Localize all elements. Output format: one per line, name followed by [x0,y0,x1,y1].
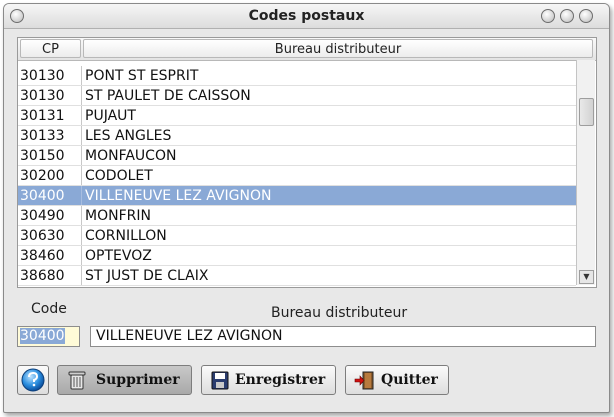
window-title: Codes postaux [248,8,365,24]
column-divider [81,66,82,86]
cell-cp: 30130 [20,68,65,84]
table-row[interactable]: 30130 ST PAULET DE CAISSON [18,86,576,106]
table-row[interactable]: 30130 PONT ST ESPRIT [18,66,576,86]
table-row[interactable]: 30200 CODOLET [18,166,576,186]
title-bar[interactable]: Codes postaux [4,4,609,29]
delete-button-label: Supprimer [96,372,180,388]
cell-cp: 30150 [20,148,65,164]
table-row[interactable]: 38680 ST JUST DE CLAIX [18,266,576,286]
window: Codes postaux CP Bureau distributeur 301… [3,3,610,413]
cell-bureau: MONFAUCON [85,148,177,164]
cell-cp: 30133 [20,128,65,144]
cell-cp: 30200 [20,168,65,184]
cell-bureau: OPTEVOZ [85,248,152,264]
column-divider [81,166,82,186]
cell-cp: 30130 [20,88,65,104]
floppy-disk-icon [211,371,229,390]
cell-cp: 38460 [20,248,65,264]
table-row[interactable]: 30400 VILLENEUVE LEZ AVIGNON [18,186,576,206]
column-divider [81,206,82,226]
maximize-button[interactable] [560,9,574,23]
cell-bureau: VILLENEUVE LEZ AVIGNON [85,188,272,204]
cell-cp: 38680 [20,268,65,284]
vertical-scrollbar[interactable]: ▼ [576,60,595,285]
quit-button[interactable]: Quitter [345,365,449,395]
save-button[interactable]: Enregistrer [201,365,336,395]
column-divider [81,86,82,106]
column-header-bureau[interactable]: Bureau distributeur [83,39,593,58]
column-divider [81,146,82,166]
column-header-cp[interactable]: CP [20,39,81,58]
column-divider [81,126,82,146]
quit-button-label: Quitter [381,372,438,388]
exit-door-icon [354,371,374,390]
cell-bureau: CODOLET [85,168,153,184]
cell-cp: 30131 [20,108,65,124]
trash-icon [68,371,86,390]
cell-bureau: MONFRIN [85,208,151,224]
cell-bureau: ST JUST DE CLAIX [85,268,209,284]
table-body: 30130 PONT ST ESPRIT 30130 ST PAULET DE CAI… [18,66,576,286]
cell-cp: 30400 [20,188,65,204]
minimize-button[interactable] [541,9,555,23]
close-button[interactable] [579,9,593,23]
column-divider [81,266,82,286]
cell-bureau: ST PAULET DE CAISSON [85,88,251,104]
column-divider [81,246,82,266]
cell-bureau: PONT ST ESPRIT [85,68,199,84]
cell-cp: 30490 [20,208,65,224]
bureau-field[interactable]: VILLENEUVE LEZ AVIGNON [90,326,596,347]
scroll-down-arrow-icon[interactable]: ▼ [579,270,594,284]
scrollbar-thumb[interactable] [579,98,594,126]
code-field-value: 30400 [20,328,65,344]
help-icon [21,368,45,392]
code-label: Code [31,301,67,317]
table-row[interactable]: 38460 OPTEVOZ [18,246,576,266]
column-divider [81,226,82,246]
table-row[interactable]: 30131 PUJAUT [18,106,576,126]
table-row[interactable]: 30133 LES ANGLES [18,126,576,146]
cell-cp: 30630 [20,228,65,244]
postal-codes-table[interactable]: CP Bureau distributeur 30130 PONT ST ESPR… [17,37,597,288]
table-row[interactable]: 30490 MONFRIN [18,206,576,226]
column-divider [81,186,82,206]
delete-button[interactable]: Supprimer [57,365,192,395]
column-divider [81,106,82,126]
table-row[interactable]: 30630 CORNILLON [18,226,576,246]
cell-bureau: PUJAUT [85,108,136,124]
cell-bureau: LES ANGLES [85,128,172,144]
bureau-label: Bureau distributeur [271,305,408,321]
table-header: CP Bureau distributeur [18,38,596,61]
help-button[interactable] [17,365,49,395]
row-divider [18,285,576,286]
cell-bureau: CORNILLON [85,228,167,244]
save-button-label: Enregistrer [235,372,326,388]
code-field[interactable]: 30400 [17,326,80,347]
table-row[interactable]: 30150 MONFAUCON [18,146,576,166]
